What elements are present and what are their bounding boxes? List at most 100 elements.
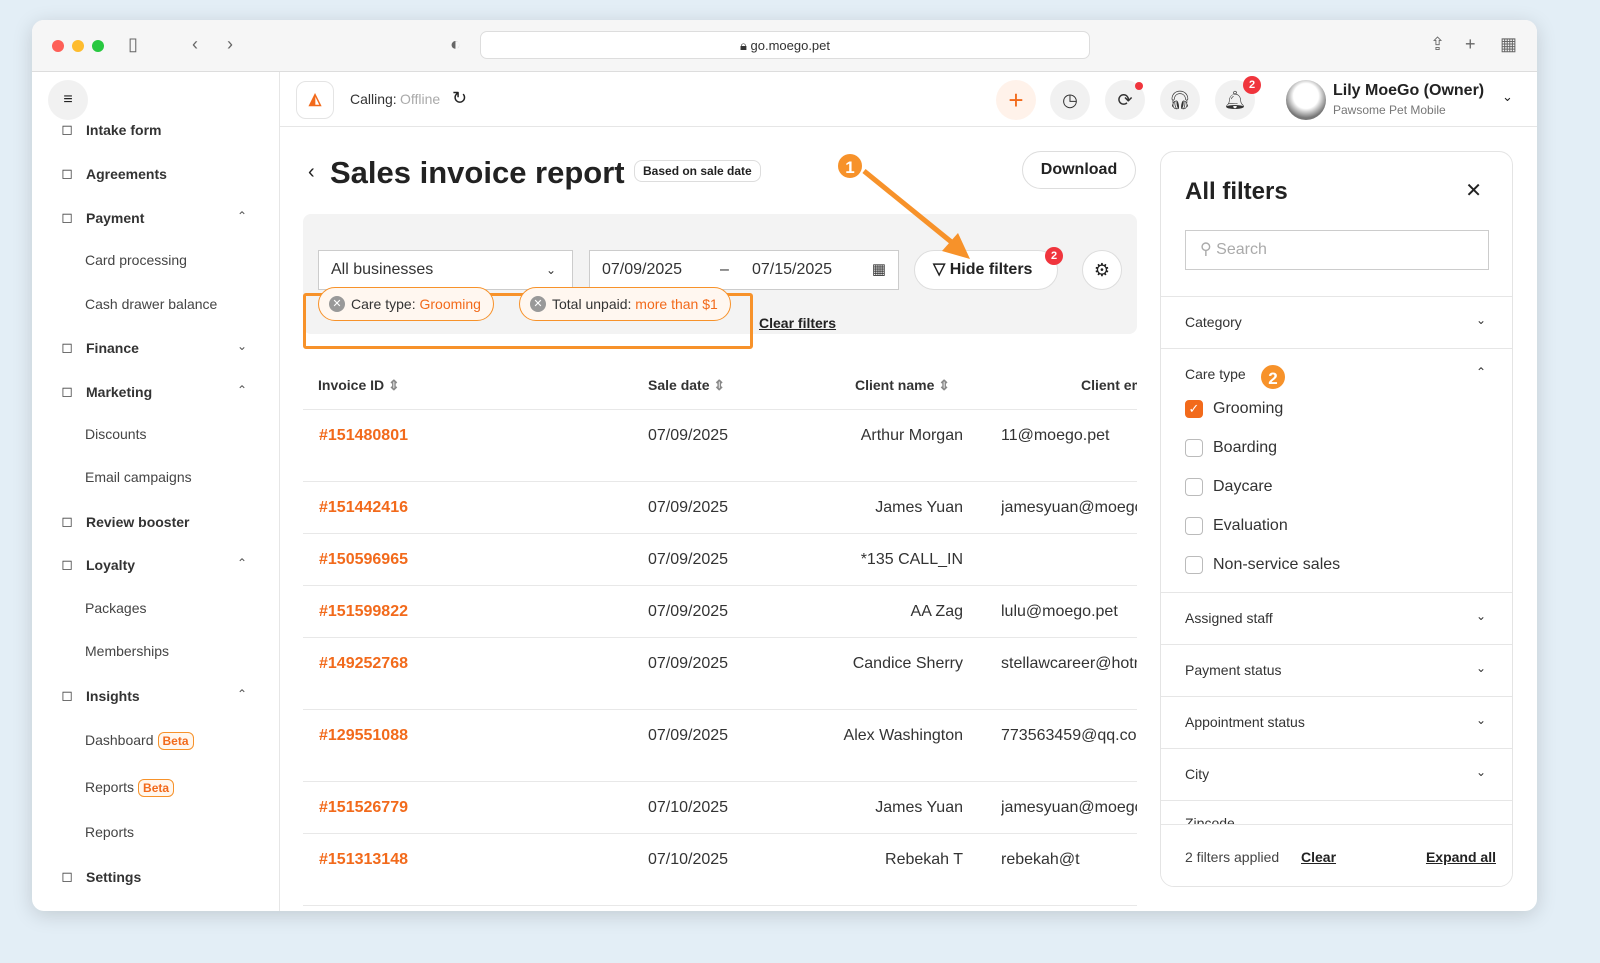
sidebar-subitem-4[interactable]: Cash drawer balance — [85, 296, 217, 312]
table-row[interactable]: #149252768 07/09/2025 Candice Sherry ste… — [303, 638, 1137, 710]
sidebar-item-2[interactable]: ◻ Payment — [58, 209, 144, 226]
checkbox-checked-icon[interactable]: ✓ — [1185, 400, 1203, 418]
table-row[interactable]: #129551088 07/09/2025 Alex Washington 77… — [303, 710, 1137, 782]
filter-section-assigned-staff[interactable]: Assigned staff ⌄ — [1161, 592, 1512, 644]
download-button[interactable]: Download — [1022, 151, 1136, 189]
sidebar-item-17[interactable]: ◻ Settings — [58, 868, 141, 885]
minimize-window-button[interactable] — [72, 40, 84, 52]
sidebar-toggle-icon[interactable]: ▯ — [128, 34, 138, 55]
sidebar-subitem-7[interactable]: Discounts — [85, 426, 146, 442]
filter-count-badge: 2 — [1045, 247, 1063, 265]
chevron-up-icon[interactable]: ⌃ — [237, 209, 247, 223]
close-icon[interactable]: ✕ — [1465, 178, 1482, 203]
close-window-button[interactable] — [52, 40, 64, 52]
sidebar-subitem-15[interactable]: Reports Beta — [85, 779, 175, 797]
invoice-id-link[interactable]: #151442416 — [319, 499, 408, 517]
maximize-window-button[interactable] — [92, 40, 104, 52]
table-row[interactable]: #151526779 07/10/2025 James Yuan jamesyu… — [303, 782, 1137, 834]
headset-icon[interactable]: 🎧︎ — [1160, 80, 1200, 120]
invoice-id-link[interactable]: #151599822 — [319, 603, 408, 621]
checkbox-icon[interactable] — [1185, 517, 1203, 535]
table-row[interactable]: #151480801 07/09/2025 Arthur Morgan 11@m… — [303, 410, 1137, 482]
sidebar-item-1[interactable]: ◻ Agreements — [58, 165, 167, 182]
chevron-up-icon[interactable]: ⌃ — [237, 556, 247, 570]
chevron-down-icon[interactable]: ⌄ — [237, 339, 247, 353]
filter-section-city[interactable]: City ⌄ — [1161, 748, 1512, 800]
sidebar-subitem-12[interactable]: Memberships — [85, 643, 169, 659]
sidebar-subitem-14[interactable]: Dashboard Beta — [85, 732, 194, 750]
checkbox-icon[interactable] — [1185, 478, 1203, 496]
filter-chip-care-type[interactable]: ✕ Care type: Grooming — [318, 287, 494, 321]
app-logo[interactable]: ◭ — [296, 81, 334, 119]
column-header-invoice-id[interactable]: Invoice ID ⇕ — [318, 377, 400, 394]
table-row[interactable]: #151599822 07/09/2025 AA Zag lulu@moego.… — [303, 586, 1137, 638]
invoice-id-link[interactable]: #151480801 — [319, 427, 408, 445]
address-bar[interactable]: 🔒︎ go.moego.pet — [480, 31, 1090, 59]
back-arrow-icon[interactable]: ‹ — [308, 161, 315, 184]
tab-grid-icon[interactable]: ▦ — [1500, 34, 1517, 55]
sidebar-item-0[interactable]: ◻ Intake form — [58, 121, 161, 138]
checkbox-icon[interactable] — [1185, 556, 1203, 574]
invoice-id-link[interactable]: #129551088 — [319, 727, 408, 745]
filter-section-category[interactable]: Category ⌄ — [1161, 296, 1512, 348]
business-select[interactable]: All businesses ⌄ — [318, 250, 573, 290]
remove-chip-icon[interactable]: ✕ — [530, 296, 546, 312]
sidebar-subitem-8[interactable]: Email campaigns — [85, 469, 192, 485]
care-type-checkbox[interactable]: ✓ Grooming — [1185, 400, 1283, 418]
column-header-client-name[interactable]: Client name ⇕ — [855, 377, 950, 394]
table-row[interactable]: #150596965 07/09/2025 *135 CALL_IN — [303, 534, 1137, 586]
annotation-arrow — [862, 169, 970, 259]
invoice-id-link[interactable]: #149252768 — [319, 655, 408, 673]
sidebar-subitem-3[interactable]: Card processing — [85, 252, 187, 268]
section-label[interactable]: Care type — [1185, 366, 1246, 382]
care-type-checkbox[interactable]: Daycare — [1185, 478, 1273, 496]
date-range-input[interactable]: 07/09/2025 – 07/15/2025 ▦ — [589, 250, 899, 290]
clear-filters-link[interactable]: Clear filters — [759, 315, 836, 331]
table-row[interactable]: #151313148 07/10/2025 Rebekah T rebekah@… — [303, 834, 1137, 906]
bell-icon[interactable]: 🔔︎ 2 — [1215, 76, 1261, 120]
clock-icon[interactable]: ◷ — [1050, 80, 1090, 120]
chevron-up-icon[interactable]: ⌃ — [1476, 365, 1486, 379]
invoice-id-link[interactable]: #150596965 — [319, 551, 408, 569]
expand-all-button[interactable]: Expand all — [1426, 849, 1496, 865]
filter-search-input[interactable]: ⚲ Search — [1185, 230, 1489, 270]
care-type-checkbox[interactable]: Evaluation — [1185, 517, 1288, 535]
filter-section-payment-status[interactable]: Payment status ⌄ — [1161, 644, 1512, 696]
sidebar-subitem-11[interactable]: Packages — [85, 600, 146, 616]
refresh-icon[interactable]: ↻ — [452, 88, 467, 109]
chevron-down-icon[interactable]: ⌄ — [1502, 89, 1513, 105]
chevron-up-icon[interactable]: ⌃ — [237, 383, 247, 397]
remove-chip-icon[interactable]: ✕ — [329, 296, 345, 312]
back-icon[interactable]: ‹ — [192, 34, 198, 55]
column-label: Sale date — [648, 377, 710, 393]
sidebar-subitem-16[interactable]: Reports — [85, 824, 134, 840]
menu-icon[interactable]: ≡ — [48, 80, 88, 120]
invoice-id-link[interactable]: #151313148 — [319, 851, 408, 869]
share-icon[interactable]: ⇪ — [1430, 34, 1445, 55]
care-type-checkbox[interactable]: Non-service sales — [1185, 556, 1340, 574]
new-tab-icon[interactable]: + — [1465, 34, 1476, 55]
user-name[interactable]: Lily MoeGo (Owner) — [1333, 82, 1484, 100]
avatar[interactable] — [1286, 80, 1326, 120]
settings-gear-button[interactable]: ⚙ — [1082, 250, 1122, 290]
sidebar-item-5[interactable]: ◻ Finance — [58, 339, 139, 356]
care-type-checkbox[interactable]: Boarding — [1185, 439, 1277, 457]
sidebar-item-9[interactable]: ◻ Review booster — [58, 513, 189, 530]
column-header-sale-date[interactable]: Sale date ⇕ — [648, 377, 725, 394]
invoice-id-link[interactable]: #151526779 — [319, 799, 408, 817]
sidebar-item-13[interactable]: ◻ Insights — [58, 687, 139, 704]
clear-button[interactable]: Clear — [1301, 849, 1336, 865]
client-email: 11@moego.pet — [1001, 427, 1110, 444]
filter-chip-total-unpaid[interactable]: ✕ Total unpaid: more than $1 — [519, 287, 731, 321]
checkbox-icon[interactable] — [1185, 439, 1203, 457]
table-row[interactable]: #151442416 07/09/2025 James Yuan jamesyu… — [303, 482, 1137, 534]
filter-section-appointment-status[interactable]: Appointment status ⌄ — [1161, 696, 1512, 748]
sidebar-item-10[interactable]: ◻ Loyalty — [58, 556, 135, 573]
sidebar-item-6[interactable]: ◻ Marketing — [58, 383, 152, 400]
sync-icon[interactable]: ⟳ — [1105, 80, 1145, 120]
chevron-up-icon[interactable]: ⌃ — [237, 687, 247, 701]
add-button[interactable]: + — [996, 80, 1036, 120]
table-row[interactable]: #151637624 07/10/2025 sam sullivan Saman… — [303, 904, 1137, 911]
forward-icon[interactable]: › — [227, 34, 233, 55]
column-header-client-email[interactable]: Client email — [1081, 377, 1137, 393]
